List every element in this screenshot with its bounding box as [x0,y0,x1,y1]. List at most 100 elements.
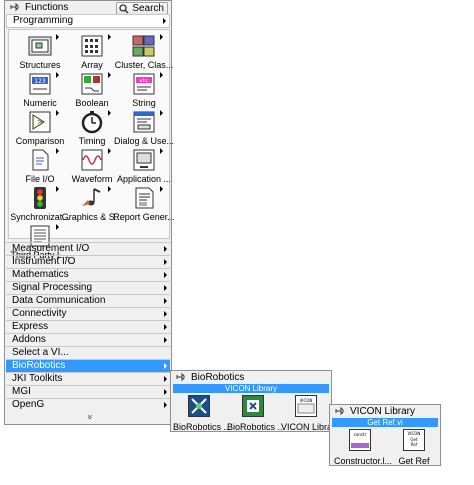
timing-icon [81,111,103,134]
category-select-a-vi[interactable]: Select a VI... [6,347,170,359]
expand-arrow-icon [164,337,167,343]
category-jki-toolkits[interactable]: JKI Toolkits [6,373,170,385]
biorobotics-vi-icon [242,395,264,417]
expand-arrow-icon [160,110,163,116]
vicon-library-item[interactable]: VICON VICON Library [281,395,340,432]
category-biorobotics[interactable]: BioRobotics [6,360,170,372]
svg-text:VICON: VICON [300,398,313,403]
expand-arrow-icon [164,363,167,369]
cluster-icon [132,35,155,57]
category-connectivity[interactable]: Connectivity [6,308,170,320]
application-control-icon [133,149,155,171]
expand-arrow-icon [160,72,163,78]
programming-subpalette: Structures Array Cluster, Clas... 123 Nu… [8,29,175,260]
svg-text:Ref: Ref [411,442,418,447]
search-icon [119,4,129,14]
palette-item-cluster[interactable]: Cluster, Clas... [115,34,173,74]
palette-title: Functions [25,2,69,13]
category-instrument-io[interactable]: Instrument I/O [6,256,170,268]
palette-titlebar: VICON Library [330,405,440,418]
palette-item-label: BioRobotics ... [227,422,286,432]
palette-item-label: Report Gener... [113,212,175,222]
palette-item-label: String [132,98,156,108]
expand-arrow-icon [163,18,166,24]
palette-item-label: VICON Library [281,422,340,432]
category-openg[interactable]: OpenG [6,399,170,411]
category-label: Addons [12,334,46,345]
search-label: Search [132,3,164,14]
biorobotics-vi-icon [188,395,210,417]
expand-arrow-icon [160,34,163,40]
graphics-sound-icon [82,188,101,206]
category-data-communication[interactable]: Data Communication [6,295,170,307]
category-label: BioRobotics [12,360,66,371]
category-mathematics[interactable]: Mathematics [6,269,170,281]
biorobotics-item-2[interactable]: BioRobotics ... [227,395,286,432]
expand-arrow-icon [56,72,59,78]
pushpin-icon[interactable] [10,2,20,12]
category-label: JKI Toolkits [12,373,63,384]
palette-header: VICON Library [173,384,329,393]
palette-item-string[interactable]: abc String [116,72,172,112]
show-more-chevron-icon[interactable]: » [86,414,96,419]
category-programming[interactable]: Programming [6,14,170,28]
expand-arrow-icon [160,186,163,192]
expand-arrow-icon [160,148,163,154]
category-label: Programming [13,15,74,26]
file-io-icon [32,149,49,171]
palette-item-label: Cluster, Clas... [114,60,174,70]
palette-item-application-control[interactable]: Application ... [116,148,172,188]
palette-item-label: Constructor.l... [334,456,393,466]
functions-palette: Functions Search Programming Structures … [4,0,175,425]
comparison-icon: > [29,111,51,133]
expand-arrow-icon [164,272,167,278]
expand-arrow-icon [56,110,59,116]
boolean-icon [81,73,103,95]
expand-arrow-icon [56,34,59,40]
array-icon [81,35,103,57]
category-addons[interactable]: Addons [6,334,170,346]
category-label: Connectivity [12,308,67,319]
palette-title: VICON Library [350,406,416,417]
constructor-vi-icon: constr [349,429,371,451]
svg-text:>: > [37,118,43,126]
biorobotics-item-1[interactable]: BioRobotics ... [173,395,232,432]
palette-item-label: BioRobotics ... [173,422,232,432]
palette-titlebar: BioRobotics [171,371,331,384]
pushpin-icon[interactable] [335,406,345,416]
category-label: Mathematics [12,269,69,280]
pushpin-icon[interactable] [176,372,186,382]
category-label: Select a VI... [12,347,69,358]
expand-arrow-icon [164,259,167,265]
category-measurement-io[interactable]: Measurement I/O [6,243,170,255]
category-label: MGI [12,386,31,397]
category-label: Data Communication [12,295,106,306]
category-signal-processing[interactable]: Signal Processing [6,282,170,294]
expand-arrow-icon [164,285,167,291]
expand-arrow-icon [108,186,111,192]
expand-arrow-icon [164,298,167,304]
expand-arrow-icon [56,224,59,230]
palette-item-dialog[interactable]: Dialog & Use... [114,110,174,150]
palette-item-report-generation[interactable]: Report Gener... [113,186,175,226]
vicon-library-palette: VICON Library Get Ref.vi constr Construc… [329,404,441,466]
palette-title: BioRobotics [191,372,245,383]
get-ref-vi-icon: VICONGetRef [403,429,425,451]
category-mgi[interactable]: MGI [6,386,170,398]
waveform-icon [81,149,103,171]
get-ref-vi-item[interactable]: VICON Get Ref Get Ref [390,429,438,466]
expand-arrow-icon [108,72,111,78]
expand-arrow-icon [108,148,111,154]
expand-arrow-icon [56,186,59,192]
category-label: Measurement I/O [12,243,90,254]
constructor-vi-item[interactable]: constr Constructor.l... [334,429,393,466]
numeric-icon: 123 [29,73,51,95]
svg-text:VICON: VICON [408,431,421,436]
structures-icon [28,36,52,56]
expand-arrow-icon [164,389,167,395]
palette-titlebar: Functions Search [5,1,171,16]
category-express[interactable]: Express [6,321,170,333]
expand-arrow-icon [164,376,167,382]
expand-arrow-icon [164,311,167,317]
palette-item-label: Dialog & Use... [113,136,175,146]
